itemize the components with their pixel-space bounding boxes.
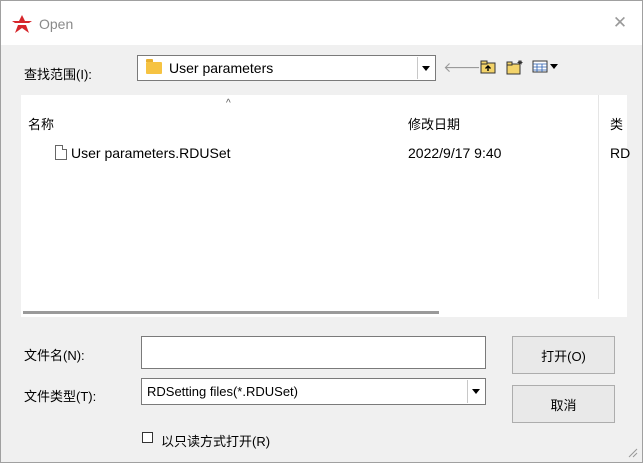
lookin-label: 查找范围(I): bbox=[24, 67, 92, 82]
file-type: RD bbox=[610, 145, 631, 161]
readonly-checkbox[interactable] bbox=[142, 432, 153, 443]
close-button[interactable]: ✕ bbox=[598, 1, 642, 45]
window-title: Open bbox=[39, 16, 74, 32]
column-header-modified[interactable]: 修改日期 bbox=[408, 114, 460, 133]
cancel-button[interactable]: 取消 bbox=[512, 385, 615, 423]
app-logo-icon bbox=[12, 15, 32, 33]
column-divider bbox=[598, 95, 599, 299]
open-button[interactable]: 打开(O) bbox=[512, 336, 615, 374]
view-menu-icon[interactable] bbox=[532, 58, 560, 76]
new-folder-icon[interactable] bbox=[506, 58, 524, 76]
close-icon: ✕ bbox=[612, 13, 628, 32]
title-bar: Open ✕ bbox=[1, 1, 642, 45]
folder-icon bbox=[146, 59, 162, 74]
up-folder-icon[interactable] bbox=[479, 58, 497, 76]
column-header-name[interactable]: 名称 bbox=[28, 114, 54, 133]
column-header-type[interactable]: 类 bbox=[610, 114, 623, 133]
resize-grip-icon[interactable] bbox=[626, 446, 638, 458]
filetype-combo[interactable]: RDSetting files(*.RDUSet) bbox=[141, 378, 486, 405]
lookin-combo[interactable]: User parameters bbox=[137, 55, 436, 81]
lookin-value: User parameters bbox=[169, 60, 274, 76]
file-icon bbox=[55, 145, 67, 160]
lookin-dropdown-button[interactable] bbox=[417, 57, 434, 79]
filetype-label: 文件类型(T): bbox=[24, 389, 97, 404]
chevron-down-icon bbox=[472, 389, 480, 394]
file-name: User parameters.RDUSet bbox=[71, 145, 231, 161]
sort-ascending-icon: ^ bbox=[226, 98, 231, 109]
filetype-value: RDSetting files(*.RDUSet) bbox=[147, 384, 298, 399]
filename-label: 文件名(N): bbox=[24, 348, 85, 363]
open-dialog: Open ✕ 查找范围(I): User parameters 🡐 ^ 名称 修… bbox=[0, 0, 643, 463]
back-arrow-icon[interactable]: 🡐 bbox=[443, 58, 481, 76]
filetype-dropdown-button[interactable] bbox=[467, 380, 484, 403]
file-list[interactable]: ^ 名称 修改日期 类 User parameters.RDUSet 2022/… bbox=[21, 95, 631, 317]
readonly-label[interactable]: 以只读方式打开(R) bbox=[161, 431, 270, 450]
filename-input[interactable] bbox=[141, 336, 486, 369]
horizontal-scrollbar[interactable] bbox=[23, 311, 439, 314]
file-modified: 2022/9/17 9:40 bbox=[408, 145, 502, 161]
chevron-down-icon bbox=[422, 65, 430, 71]
